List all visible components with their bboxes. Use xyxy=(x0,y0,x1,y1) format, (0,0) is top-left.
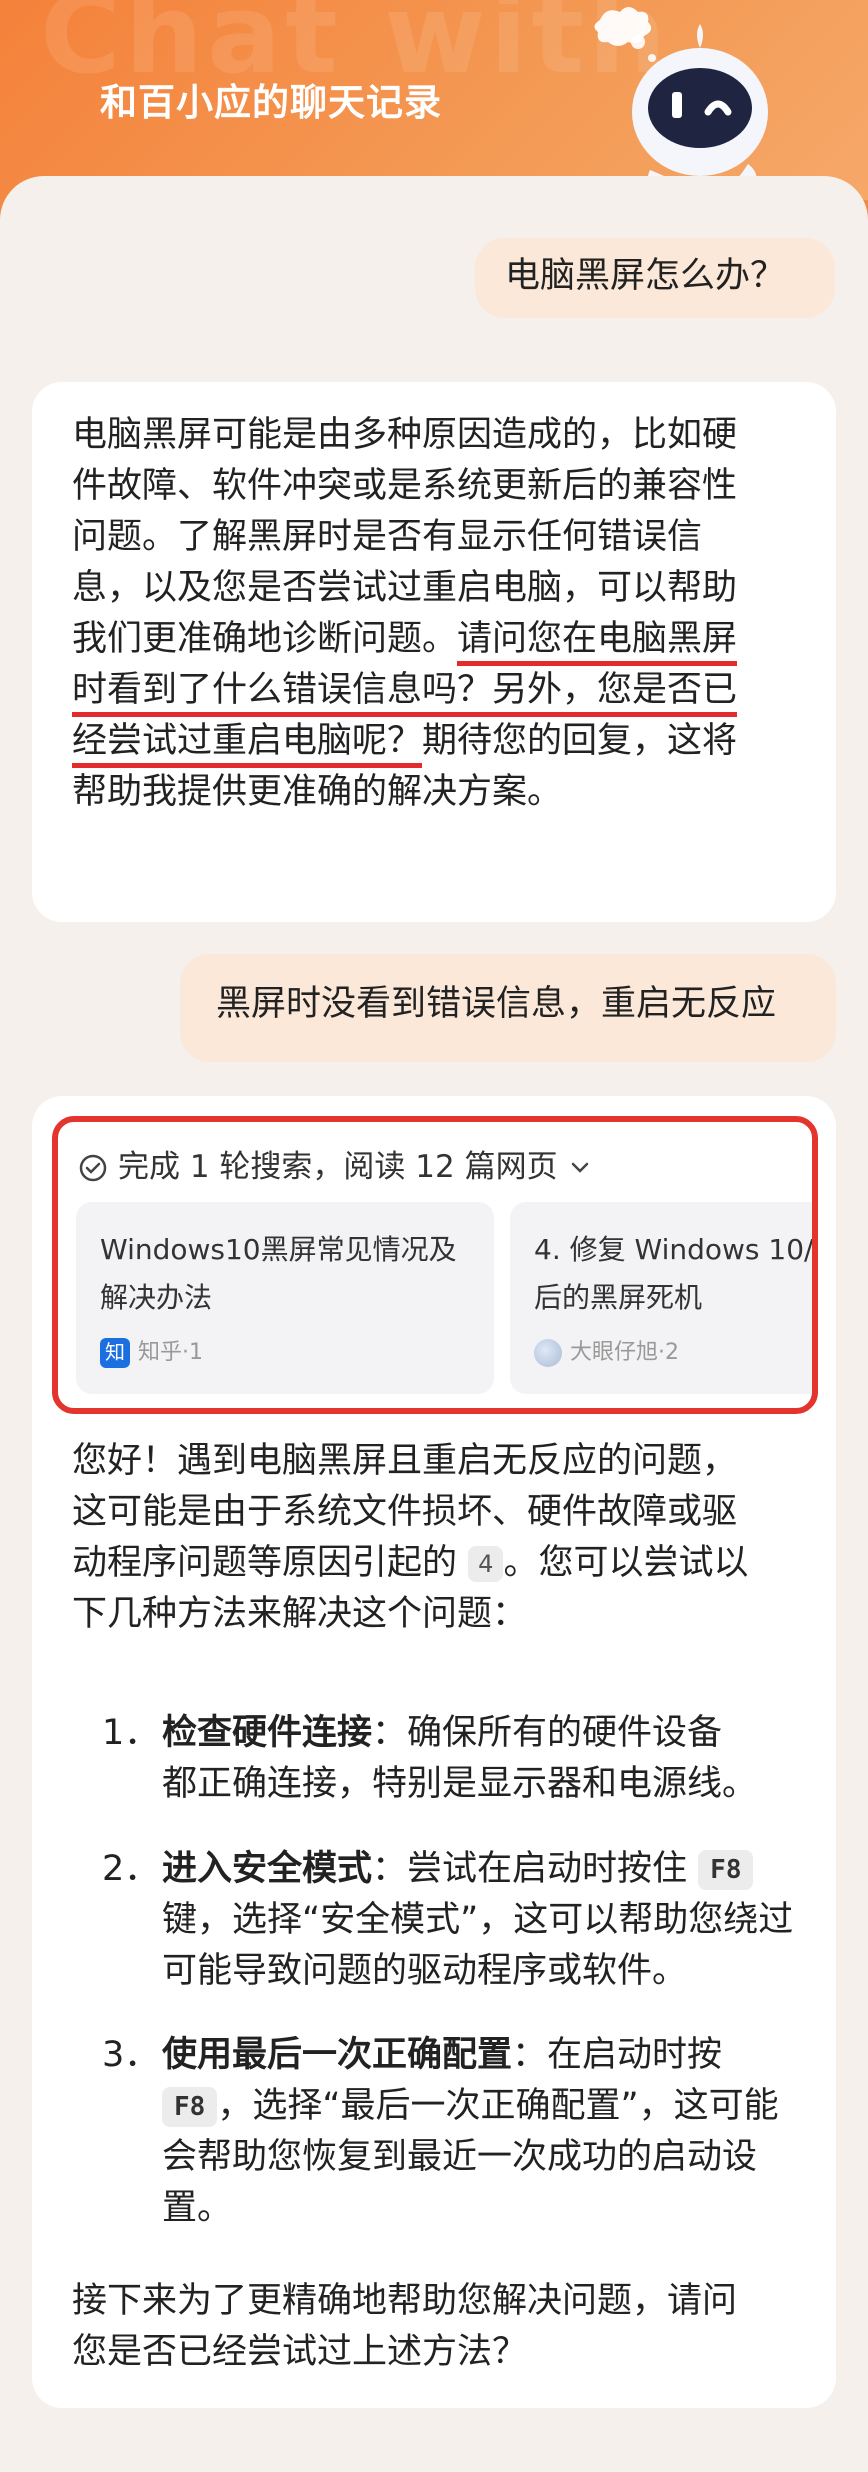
text-span: ：在启动时按 xyxy=(512,2035,723,2075)
keyboard-key: F8 xyxy=(698,1850,754,1890)
assistant-message-bubble[interactable]: 电脑黑屏可能是由多种原因造成的，比如硬 件故障、软件冲突或是系统更新后的兼容性 … xyxy=(32,382,836,922)
list-number: 1． xyxy=(102,1713,160,1753)
source-label: 知乎·1 xyxy=(138,1340,203,1365)
chevron-down-icon xyxy=(571,1162,588,1173)
text-span: 期待您的回复，这将 xyxy=(422,721,738,761)
step-title: 进入安全模式 xyxy=(162,1849,373,1889)
chat-header: Chat with 和百小应的聊天记录 xyxy=(0,0,868,200)
highlighted-question: 经尝试过重启电脑呢？ xyxy=(72,721,423,768)
keyboard-key: F8 xyxy=(162,2087,218,2127)
text-line: 我们更准确地诊断问题。请问您在电脑黑屏 xyxy=(72,614,796,666)
list-item-text: 检查硬件连接：确保所有的硬件设备 都正确连接，特别是显示器和电源线。 xyxy=(162,1708,800,1810)
list-item: 2． 进入安全模式：尝试在启动时按住 F8 键，选择“安全模式”，这可以帮助您绕… xyxy=(102,1844,800,2014)
text-line: 可能导致问题的驱动程序或软件。 xyxy=(162,1951,688,1991)
search-results-panel: 完成 1 轮搜索，阅读 12 篇网页 Windows10黑屏常见情况及 解决办法… xyxy=(52,1116,818,1414)
text-line: 置。 xyxy=(162,2188,233,2228)
text-line: 经尝试过重启电脑呢？期待您的回复，这将 xyxy=(72,716,796,768)
highlighted-question: 时看到了什么错误信息吗？另外，您是否已 xyxy=(72,670,738,717)
assistant-intro-text: 您好！遇到电脑黑屏且重启无反应的问题， 这可能是由于系统文件损坏、硬件故障或驱 … xyxy=(72,1436,796,1640)
list-item: 1． 检查硬件连接：确保所有的硬件设备 都正确连接，特别是显示器和电源线。 xyxy=(102,1708,800,1828)
text-line: 问题。了解黑屏时是否有显示任何错误信 xyxy=(72,517,703,557)
check-circle-icon xyxy=(79,1154,107,1181)
page-title: 和百小应的聊天记录 xyxy=(100,81,442,124)
source-label: 大眼仔旭·2 xyxy=(570,1340,679,1365)
card-title-line: Windows10黑屏常见情况及 xyxy=(100,1233,457,1266)
user-message-text: 黑屏时没看到错误信息，重启无反应 xyxy=(216,984,777,1024)
text-line: 件故障、软件冲突或是系统更新后的兼容性 xyxy=(72,466,738,506)
search-summary-toggle[interactable]: 完成 1 轮搜索，阅读 12 篇网页 xyxy=(78,1142,592,1193)
text-span: ：确保所有的硬件设备 xyxy=(372,1713,723,1753)
source-avatar-icon xyxy=(534,1338,562,1367)
card-title-line: 4. 修复 Windows 10/1 xyxy=(534,1233,818,1266)
text-line: 这可能是由于系统文件损坏、硬件故障或驱 xyxy=(72,1492,738,1532)
card-source: 知 知乎·1 xyxy=(100,1327,203,1378)
text-line: 会帮助您恢复到最近一次成功的启动设 xyxy=(162,2137,758,2177)
user-message-text: 电脑黑屏怎么办？ xyxy=(505,256,786,296)
text-line: 下几种方法来解决这个问题： xyxy=(72,1594,528,1634)
search-result-card[interactable]: Windows10黑屏常见情况及 解决办法 知 知乎·1 xyxy=(76,1202,494,1394)
text-line: 电脑黑屏可能是由多种原因造成的，比如硬 xyxy=(72,415,738,455)
text-line: 帮助我提供更准确的解决方案。 xyxy=(72,772,563,812)
card-title: Windows10黑屏常见情况及 解决办法 xyxy=(100,1226,470,1322)
text-line: 都正确连接，特别是显示器和电源线。 xyxy=(162,1764,758,1804)
text-span: 动程序问题等原因引起的 xyxy=(72,1543,458,1583)
assistant-outro-text: 接下来为了更精确地帮助您解决问题，请问 您是否已经尝试过上述方法？ xyxy=(72,2276,796,2378)
search-result-card[interactable]: 4. 修复 Windows 10/1 后的黑屏死机 大眼仔旭·2 xyxy=(510,1202,818,1394)
card-source: 大眼仔旭·2 xyxy=(534,1327,679,1378)
step-title: 使用最后一次正确配置 xyxy=(162,2035,513,2075)
assistant-message-bubble[interactable]: 完成 1 轮搜索，阅读 12 篇网页 Windows10黑屏常见情况及 解决办法… xyxy=(32,1096,836,2408)
assistant-message-text: 电脑黑屏可能是由多种原因造成的，比如硬 件故障、软件冲突或是系统更新后的兼容性 … xyxy=(72,410,796,818)
text-line: 息，以及您是否尝试过重启电脑，可以帮助 xyxy=(72,568,738,608)
list-number: 3． xyxy=(102,2035,160,2075)
text-span: ，选择“最后一次正确配置”，这可能 xyxy=(217,2086,779,2126)
text-line: F8 ，选择“最后一次正确配置”，这可能 xyxy=(162,2081,800,2132)
text-span: 。您可以尝试以 xyxy=(503,1543,749,1583)
robot-mascot-icon xyxy=(594,7,768,192)
text-line: 时看到了什么错误信息吗？另外，您是否已 xyxy=(72,665,796,717)
list-item-text: 进入安全模式：尝试在启动时按住 F8 键，选择“安全模式”，这可以帮助您绕过 可… xyxy=(162,1844,800,1997)
chat-panel[interactable]: 电脑黑屏怎么办？ 电脑黑屏可能是由多种原因造成的，比如硬 件故障、软件冲突或是系… xyxy=(0,176,868,2472)
list-number: 2． xyxy=(102,1849,160,1889)
step-title: 检查硬件连接 xyxy=(162,1713,373,1753)
card-title: 4. 修复 Windows 10/1 后的黑屏死机 xyxy=(534,1226,818,1322)
text-line: 您好！遇到电脑黑屏且重启无反应的问题， xyxy=(72,1441,738,1481)
text-line: 使用最后一次正确配置：在启动时按 xyxy=(162,2030,800,2081)
text-line: 动程序问题等原因引起的 4 。您可以尝试以 xyxy=(72,1538,796,1589)
text-line: 进入安全模式：尝试在启动时按住 F8 xyxy=(162,1844,800,1895)
user-message-bubble[interactable]: 电脑黑屏怎么办？ xyxy=(475,238,835,318)
card-title-line: 后的黑屏死机 xyxy=(534,1281,703,1314)
search-summary-text: 完成 1 轮搜索，阅读 12 篇网页 xyxy=(118,1149,558,1185)
zhihu-logo-icon: 知 xyxy=(100,1337,130,1368)
text-span: ：尝试在启动时按住 xyxy=(372,1849,688,1889)
text-span: 我们更准确地诊断问题。 xyxy=(72,619,458,659)
citation-badge[interactable]: 4 xyxy=(468,1546,504,1582)
text-line: 键，选择“安全模式”，这可以帮助您绕过 xyxy=(162,1900,794,1940)
list-item-text: 使用最后一次正确配置：在启动时按 F8 ，选择“最后一次正确配置”，这可能 会帮助… xyxy=(162,2030,800,2234)
card-title-line: 解决办法 xyxy=(100,1281,213,1314)
user-message-bubble[interactable]: 黑屏时没看到错误信息，重启无反应 xyxy=(180,954,836,1062)
text-line: 您是否已经尝试过上述方法？ xyxy=(72,2332,528,2372)
list-item: 3． 使用最后一次正确配置：在启动时按 F8 ，选择“最后一次正确配置”，这可能 … xyxy=(102,2030,800,2260)
text-line: 接下来为了更精确地帮助您解决问题，请问 xyxy=(72,2281,738,2321)
text-line: 检查硬件连接：确保所有的硬件设备 xyxy=(162,1708,800,1759)
highlighted-question: 请问您在电脑黑屏 xyxy=(457,619,738,666)
